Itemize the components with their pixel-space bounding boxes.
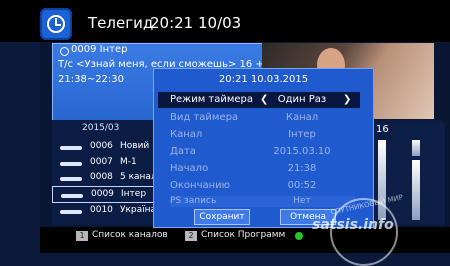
clock-icon xyxy=(40,8,72,40)
channel-name: Україна xyxy=(120,205,157,215)
program-bar[interactable] xyxy=(412,140,420,156)
channel-number: 0010 xyxy=(90,205,113,215)
start-label: Начало xyxy=(170,163,209,174)
ps-record-value[interactable]: Нет xyxy=(262,196,342,206)
date-value[interactable]: 2015.03.10 xyxy=(262,146,342,157)
channel-number: 0007 xyxy=(90,157,113,167)
channel-number: 0008 xyxy=(90,172,113,182)
start-value[interactable]: 21:38 xyxy=(262,163,342,174)
channel-number: 0006 xyxy=(90,141,113,151)
signal-bar xyxy=(61,194,83,198)
timer-type-value[interactable]: Канал xyxy=(262,112,342,123)
clock-hand xyxy=(55,24,61,26)
channel-number: 0009 xyxy=(91,189,114,199)
dialog-datetime: 20:21 10.03.2015 xyxy=(218,74,309,85)
channel-row-selected[interactable]: 0009 Інтер xyxy=(52,186,162,203)
program-list-label: Список Программ xyxy=(201,230,286,240)
timer-dialog: 20:21 10.03.2015 Режим таймера ❮ Один Ра… xyxy=(153,68,374,228)
key-1-button[interactable]: 1 xyxy=(76,231,88,241)
info-program-time: 21:38~22:30 xyxy=(58,74,125,85)
program-bar[interactable] xyxy=(412,160,420,220)
signal-bar xyxy=(60,146,82,150)
channel-name: M-1 xyxy=(120,157,137,167)
end-value[interactable]: 00:52 xyxy=(262,180,342,191)
page-title: Телегид xyxy=(88,14,154,32)
channel-circle-icon xyxy=(60,47,69,56)
channel-value[interactable]: Інтер xyxy=(262,129,342,140)
info-channel: 0009 Інтер xyxy=(71,44,128,55)
channel-name: Новий xyxy=(120,141,150,151)
channel-row[interactable]: 0006 Новий xyxy=(52,139,162,156)
channel-name: 5 канал xyxy=(120,172,157,182)
header-datetime: 20:21 10/03 xyxy=(150,14,242,32)
timer-mode-label: Режим таймера xyxy=(170,94,254,105)
signal-bar xyxy=(60,177,82,181)
date-label: Дата xyxy=(170,146,196,157)
key-2-button[interactable]: 2 xyxy=(185,231,197,241)
channel-label: Канал xyxy=(170,129,203,140)
channel-name: Інтер xyxy=(121,189,147,199)
timer-type-label: Вид таймера xyxy=(170,112,239,123)
signal-bar xyxy=(60,210,82,214)
timeline-hour: 16 xyxy=(376,124,389,135)
chevron-right-icon[interactable]: ❯ xyxy=(343,94,351,105)
channel-row[interactable]: 0010 Україна xyxy=(52,203,162,220)
ps-record-label: PS запись xyxy=(170,196,217,206)
save-button[interactable]: Сохранит xyxy=(194,209,250,225)
epg-date: 2015/03 xyxy=(82,123,120,133)
channel-list-label: Список каналов xyxy=(92,230,168,240)
signal-bar xyxy=(60,162,82,166)
channel-row[interactable]: 0008 5 канал xyxy=(52,170,162,187)
timer-mode-select[interactable]: Один Раз xyxy=(262,94,342,105)
end-label: Окончанию xyxy=(170,180,231,191)
watermark-site: satsis.info xyxy=(312,217,394,233)
green-key-icon[interactable] xyxy=(295,232,303,240)
